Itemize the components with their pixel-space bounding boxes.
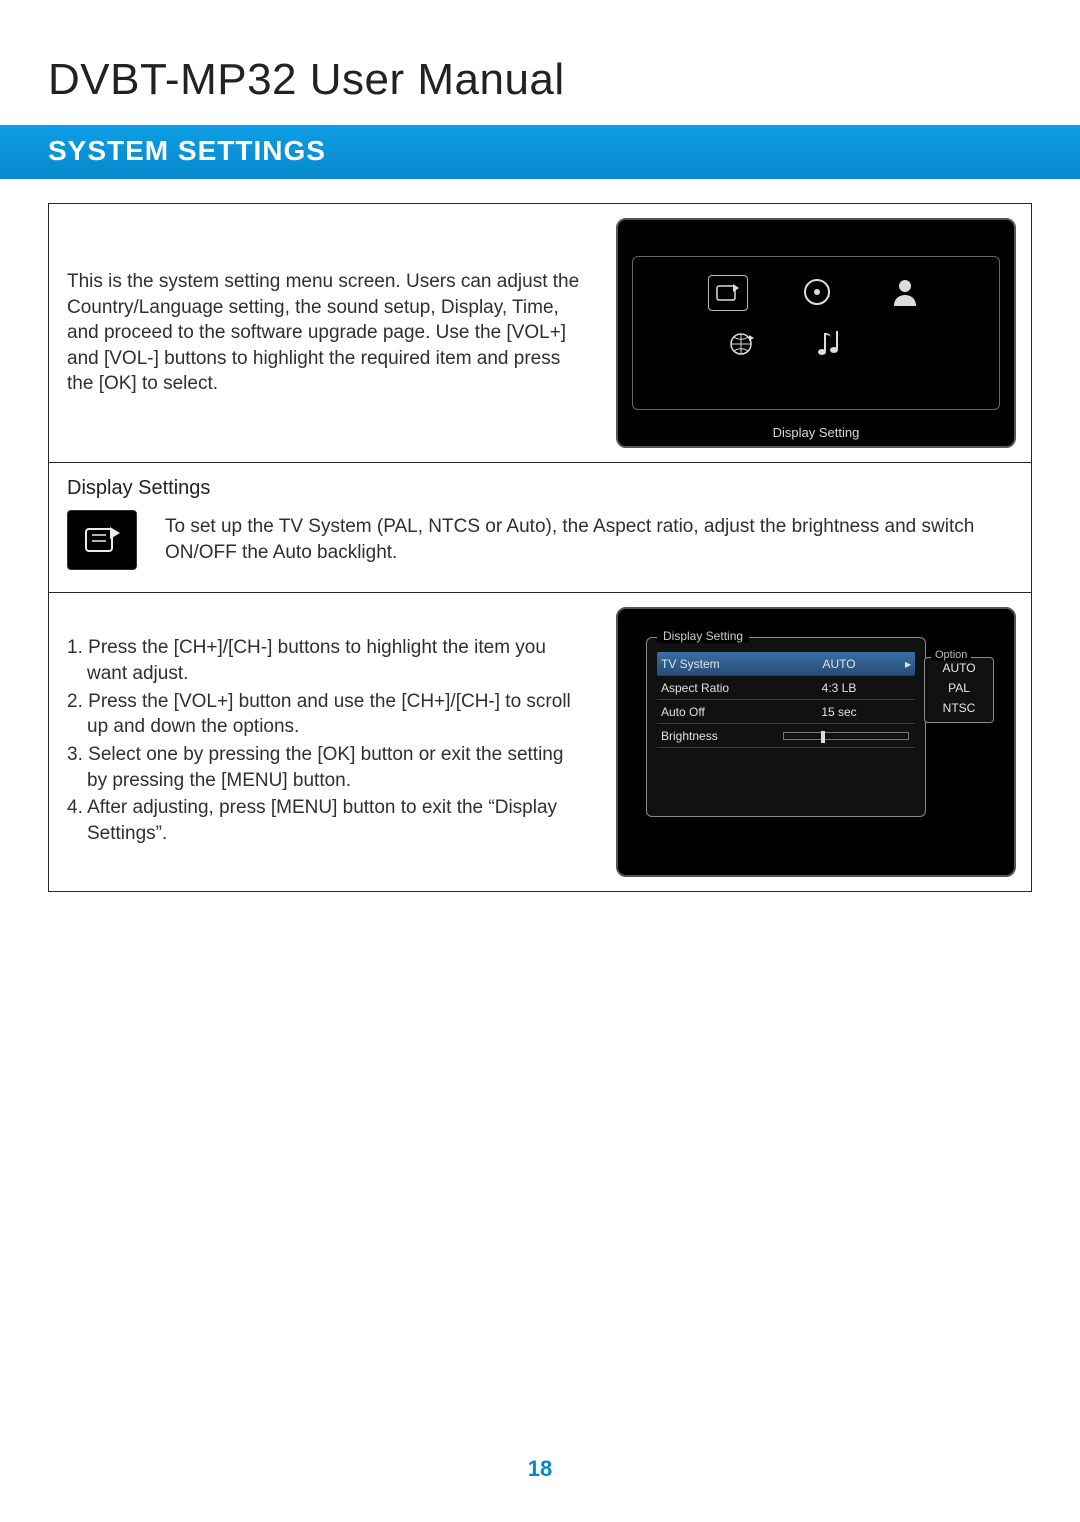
screen1-icon-row-2 bbox=[633, 327, 999, 361]
user-icon bbox=[886, 275, 924, 309]
disc-icon bbox=[798, 275, 836, 309]
step-3: Select one by pressing the [OK] button o… bbox=[67, 742, 581, 793]
screen2-list: TV System AUTO ▸ Aspect Ratio 4:3 LB Aut… bbox=[647, 638, 925, 756]
screen2: Display Setting TV System AUTO ▸ Aspect … bbox=[616, 607, 1016, 877]
display-settings-tile-icon bbox=[67, 510, 137, 570]
screen2-item-label: TV System bbox=[657, 657, 777, 671]
row-intro: This is the system setting menu screen. … bbox=[49, 204, 1031, 463]
steps-list: Press the [CH+]/[CH-] buttons to highlig… bbox=[67, 631, 581, 852]
section-header: SYSTEM SETTINGS bbox=[0, 125, 1080, 179]
content-box: This is the system setting menu screen. … bbox=[48, 203, 1032, 892]
globe-icon bbox=[723, 327, 761, 361]
page-title: DVBT-MP32 User Manual bbox=[0, 0, 1080, 125]
screen2-item-label: Auto Off bbox=[657, 705, 777, 719]
display-settings-desc: To set up the TV System (PAL, NTCS or Au… bbox=[165, 510, 1013, 565]
screen2-item-brightness: Brightness bbox=[657, 724, 915, 748]
screen2-item-label: Aspect Ratio bbox=[657, 681, 777, 695]
row-display: Display Settings To set up the TV System… bbox=[49, 463, 1031, 593]
screen1-icon-row-1 bbox=[633, 275, 999, 311]
screen1: Display Setting bbox=[616, 218, 1016, 448]
chevron-right-icon: ▸ bbox=[901, 657, 915, 671]
page-number: 18 bbox=[0, 1456, 1080, 1482]
screen2-item-value: 4:3 LB bbox=[777, 681, 901, 695]
screen2-item-value: AUTO bbox=[777, 657, 901, 671]
screen2-container: Display Setting TV System AUTO ▸ Aspect … bbox=[601, 593, 1031, 891]
screen1-container: Display Setting bbox=[601, 204, 1031, 462]
screen2-options-title: Option bbox=[931, 649, 971, 661]
screen2-option: AUTO bbox=[925, 658, 993, 678]
screen2-item-label: Brightness bbox=[657, 729, 777, 743]
screen2-option: NTSC bbox=[925, 698, 993, 718]
steps-col: Press the [CH+]/[CH-] buttons to highlig… bbox=[49, 593, 601, 891]
screen2-item-value: 15 sec bbox=[777, 705, 901, 719]
brightness-slider bbox=[783, 732, 909, 740]
screen2-item-aspect-ratio: Aspect Ratio 4:3 LB bbox=[657, 676, 915, 700]
screen2-option: PAL bbox=[925, 678, 993, 698]
screen2-options-popup: Option AUTO PAL NTSC bbox=[924, 657, 994, 723]
display-settings-title: Display Settings bbox=[67, 477, 1013, 500]
screen2-item-tv-system: TV System AUTO ▸ bbox=[657, 652, 915, 676]
step-1: Press the [CH+]/[CH-] buttons to highlig… bbox=[67, 635, 581, 686]
step-4: After adjusting, press [MENU] button to … bbox=[67, 795, 581, 846]
row-steps: Press the [CH+]/[CH-] buttons to highlig… bbox=[49, 593, 1031, 891]
step-2: Press the [VOL+] button and use the [CH+… bbox=[67, 689, 581, 740]
screen2-panel-title: Display Setting bbox=[657, 629, 749, 643]
screen2-item-auto-off: Auto Off 15 sec bbox=[657, 700, 915, 724]
intro-text: This is the system setting menu screen. … bbox=[49, 204, 601, 462]
screen1-frame bbox=[632, 256, 1000, 410]
screen1-caption: Display Setting bbox=[618, 425, 1014, 440]
screen2-panel: Display Setting TV System AUTO ▸ Aspect … bbox=[646, 637, 926, 817]
display-settings-icon bbox=[708, 275, 748, 311]
music-icon bbox=[811, 327, 849, 361]
